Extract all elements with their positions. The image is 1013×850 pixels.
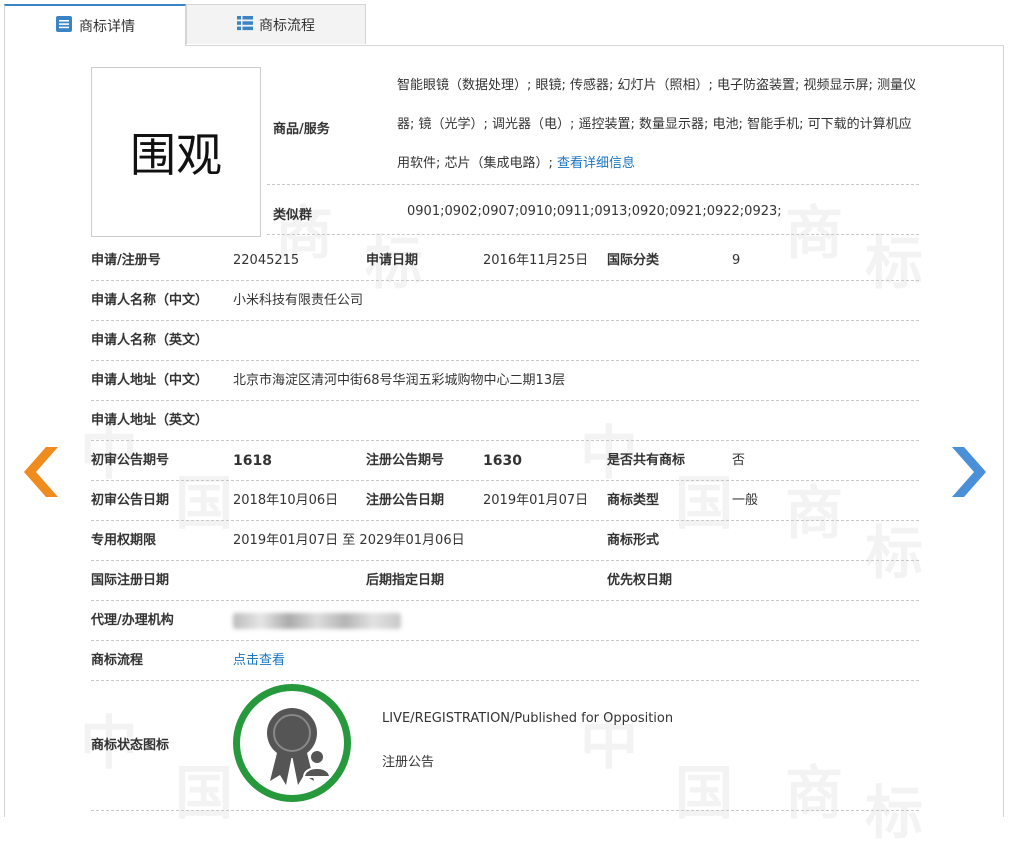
view-details-link[interactable]: 查看详细信息 <box>557 156 635 171</box>
tab-trademark-detail[interactable]: 商标详情 <box>4 4 186 46</box>
shared-value: 否 <box>732 453 746 468</box>
field-row: 申请人名称（英文） <box>91 321 919 361</box>
tab-trademark-process[interactable]: 商标流程 <box>186 4 366 44</box>
intl-reg-date-label: 国际注册日期 <box>91 573 170 588</box>
address-cn-value: 北京市海淀区清河中街68号华润五彩城购物中心二期13层 <box>233 373 566 388</box>
prelim-pub-date-label: 初审公告日期 <box>91 493 170 508</box>
process-label: 商标流程 <box>91 653 144 668</box>
reg-pub-date-label: 注册公告日期 <box>366 493 445 508</box>
prev-arrow-button[interactable] <box>24 447 58 501</box>
similar-group-value: 0901;0902;0907;0910;0911;0913;0920;0921;… <box>407 204 782 219</box>
reg-pub-no-value: 1630 <box>483 453 522 469</box>
tab-bar: 商标详情 商标流程 <box>4 4 1004 46</box>
exclusive-period-value: 2019年01月07日 至 2029年01月06日 <box>233 533 465 548</box>
similar-group-label: 类似群 <box>273 208 313 223</box>
field-row: 专用权期限 2019年01月07日 至 2029年01月06日 商标形式 <box>91 521 919 561</box>
field-row: 初审公告日期 2018年10月06日 注册公告日期 2019年01月07日 商标… <box>91 481 919 521</box>
priority-date-label: 优先权日期 <box>607 573 673 588</box>
trademark-image: 围观 <box>91 67 261 237</box>
status-row: 商标状态图标 <box>91 726 919 766</box>
reg-no-value: 22045215 <box>233 253 300 268</box>
prelim-pub-no-label: 初审公告期号 <box>91 453 170 468</box>
field-row: 申请人名称（中文） 小米科技有限责任公司 <box>91 281 919 321</box>
tab-label: 商标流程 <box>259 17 315 34</box>
goods-services-value: 智能眼镜（数据处理）; 眼镜; 传感器; 幻灯片（照相）; 电子防盗装置; 视频… <box>397 78 917 171</box>
intl-class-label: 国际分类 <box>607 253 660 268</box>
view-process-link[interactable]: 点击查看 <box>233 641 285 681</box>
prelim-pub-date-value: 2018年10月06日 <box>233 493 339 508</box>
intl-class-value: 9 <box>732 253 741 268</box>
agent-label: 代理/办理机构 <box>91 613 174 628</box>
applicant-cn-label: 申请人名称（中文） <box>91 293 209 308</box>
later-designation-label: 后期指定日期 <box>366 573 445 588</box>
app-date-value: 2016年11月25日 <box>483 253 589 268</box>
chevron-right-icon <box>952 447 986 497</box>
divider <box>91 680 919 681</box>
detail-panel: 商 标 商 标 中 中 国 国 商 标 中 中 国 国 商 标 围观 商品/服务… <box>4 45 1004 847</box>
field-row: 申请人地址（中文） 北京市海淀区清河中街68号华润五彩城购物中心二期13层 <box>91 361 919 401</box>
divider <box>267 234 919 235</box>
shared-label: 是否共有商标 <box>607 453 686 468</box>
field-row: 初审公告期号 1618 注册公告期号 1630 是否共有商标 否 <box>91 441 919 481</box>
field-row: 商标流程 点击查看 <box>91 641 919 681</box>
tab-label: 商标详情 <box>79 19 135 35</box>
field-row: 国际注册日期 后期指定日期 优先权日期 <box>91 561 919 601</box>
reg-pub-date-value: 2019年01月07日 <box>483 493 589 508</box>
field-row: 申请/注册号 22045215 申请日期 2016年11月25日 国际分类 9 <box>91 241 919 281</box>
status-english: LIVE/REGISTRATION/Published for Oppositi… <box>382 711 674 726</box>
grid-icon <box>237 15 253 35</box>
reg-no-label: 申请/注册号 <box>91 253 161 268</box>
chevron-left-icon <box>24 447 58 497</box>
applicant-cn-value: 小米科技有限责任公司 <box>233 293 364 308</box>
exclusive-period-label: 专用权期限 <box>91 533 157 548</box>
tm-form-label: 商标形式 <box>607 533 660 548</box>
tm-type-value: 一般 <box>732 493 759 508</box>
goods-services-label: 商品/服务 <box>273 122 330 137</box>
next-arrow-button[interactable] <box>952 447 986 501</box>
address-en-label: 申请人地址（英文） <box>91 413 209 428</box>
prelim-pub-no-value: 1618 <box>233 453 272 469</box>
divider <box>267 184 919 185</box>
status-icon-label: 商标状态图标 <box>91 738 170 753</box>
applicant-en-label: 申请人名称（英文） <box>91 333 209 348</box>
trademark-image-text: 围观 <box>130 128 222 182</box>
divider <box>91 810 919 811</box>
app-date-label: 申请日期 <box>366 253 419 268</box>
registration-badge-icon <box>233 684 351 802</box>
watermark: 标 <box>865 766 923 850</box>
address-cn-label: 申请人地址（中文） <box>91 373 209 388</box>
field-row: 申请人地址（英文） <box>91 401 919 441</box>
agent-value-redacted <box>233 601 401 641</box>
goods-services-text: 智能眼镜（数据处理）; 眼镜; 传感器; 幻灯片（照相）; 电子防盗装置; 视频… <box>397 66 917 183</box>
list-icon <box>55 15 73 37</box>
status-chinese: 注册公告 <box>382 755 435 770</box>
field-row: 代理/办理机构 <box>91 601 919 641</box>
tm-type-label: 商标类型 <box>607 493 660 508</box>
reg-pub-no-label: 注册公告期号 <box>366 453 445 468</box>
